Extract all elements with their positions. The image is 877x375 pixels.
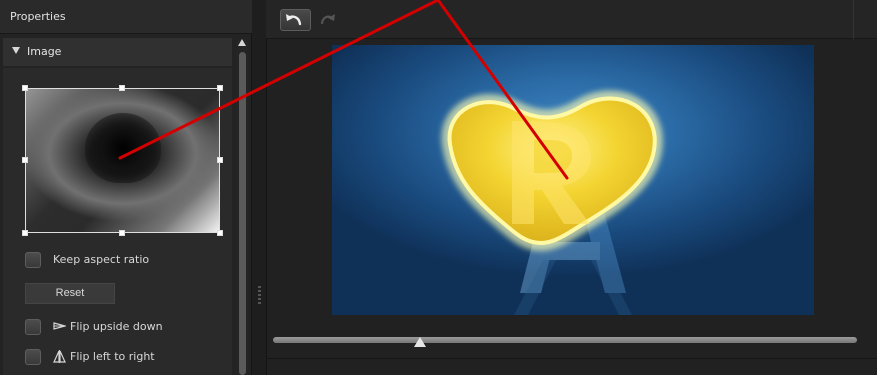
redo-button[interactable] (315, 9, 341, 31)
flip-left-to-right-label: Flip left to right (70, 350, 155, 363)
flip-vertical-icon (53, 322, 66, 330)
flip-left-to-right-checkbox[interactable] (25, 349, 41, 365)
preview-toolbar (266, 0, 877, 39)
undo-button[interactable] (280, 9, 311, 31)
top-resize-handle[interactable] (119, 85, 125, 91)
panel-splitter-grip[interactable] (258, 286, 261, 306)
mask-heart-shape (85, 113, 161, 183)
playback-seek-thumb[interactable] (414, 337, 426, 347)
flip-upside-down-checkbox[interactable] (25, 319, 41, 335)
keep-aspect-ratio-label: Keep aspect ratio (53, 253, 150, 266)
bottom-divider (266, 358, 877, 359)
top-right-resize-handle[interactable] (217, 85, 223, 91)
keep-aspect-ratio-checkbox[interactable] (25, 252, 41, 268)
toolbar-divider (853, 0, 854, 39)
bottom-right-resize-handle[interactable] (217, 230, 223, 236)
properties-title: Properties (10, 10, 66, 23)
preview-artwork (441, 90, 663, 315)
left-resize-handle[interactable] (22, 157, 28, 163)
flip-upside-down-option[interactable]: Flip upside down (25, 319, 195, 337)
reset-button[interactable]: Reset (25, 283, 115, 304)
flip-left-to-right-option[interactable]: Flip left to right (25, 349, 195, 367)
video-preview (332, 45, 814, 315)
glowing-heart-r-mask (441, 90, 663, 252)
scroll-up-arrow-icon[interactable] (238, 39, 246, 46)
redo-icon (320, 14, 335, 25)
properties-panel: Properties Image Keep aspect ratio Reset… (0, 0, 252, 375)
flip-upside-down-label: Flip upside down (70, 320, 163, 333)
image-section-header[interactable]: Image (3, 38, 232, 66)
right-resize-handle[interactable] (217, 157, 223, 163)
undo-icon (286, 14, 302, 26)
playback-seek-bar[interactable] (273, 337, 857, 343)
bottom-left-resize-handle[interactable] (22, 230, 28, 236)
properties-scrollbar-thumb[interactable] (239, 52, 246, 375)
keep-aspect-ratio-option[interactable]: Keep aspect ratio (25, 252, 205, 270)
properties-header: Properties (0, 0, 252, 34)
image-section-label: Image (27, 45, 62, 58)
flip-horizontal-icon (53, 350, 66, 363)
top-left-resize-handle[interactable] (22, 85, 28, 91)
mask-preview[interactable] (25, 88, 220, 233)
collapse-arrow-icon[interactable] (12, 47, 20, 54)
bottom-resize-handle[interactable] (119, 230, 125, 236)
